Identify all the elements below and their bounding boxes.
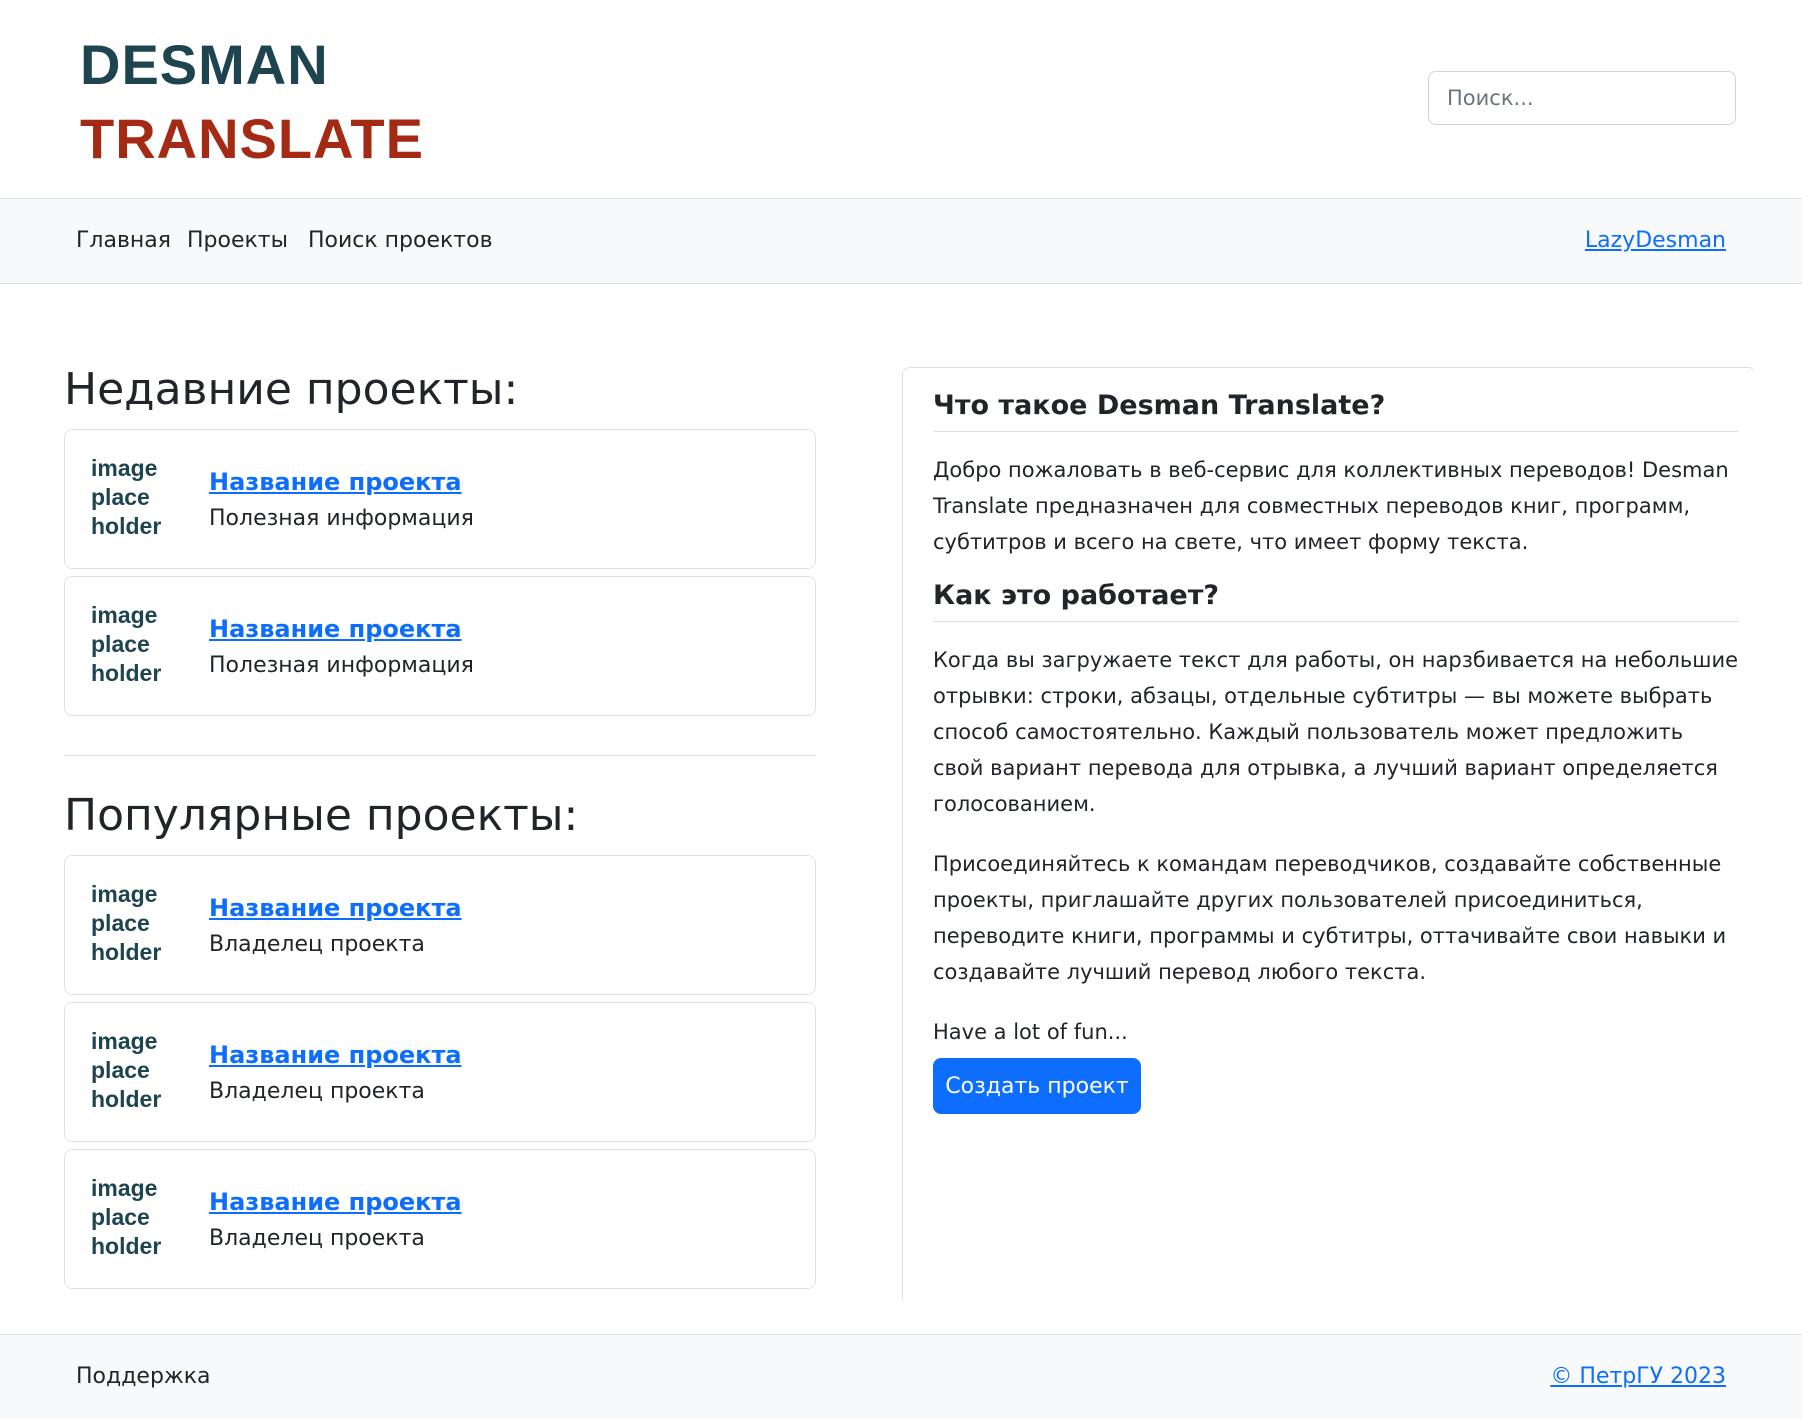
about-welcome-text: Добро пожаловать в веб-сервис для коллек… <box>933 458 1729 554</box>
project-owner: Владелец проекта <box>209 1079 425 1104</box>
project-name-link[interactable]: Название проекта <box>209 615 462 643</box>
popular-project-card: image place holder Название проекта Влад… <box>64 1149 816 1289</box>
section-divider <box>64 755 816 756</box>
project-image-placeholder: image place holder <box>91 1028 162 1112</box>
project-image-placeholder: image place holder <box>91 1175 162 1259</box>
fun-text: Have a lot of fun... <box>933 1020 1128 1044</box>
copyright-link[interactable]: © ПетрГУ 2023 <box>1550 1335 1726 1419</box>
project-owner: Владелец проекта <box>209 932 425 957</box>
create-project-button[interactable]: Создать проект <box>933 1058 1141 1114</box>
project-info: Полезная информация <box>209 506 474 531</box>
nav-item-projects[interactable]: Проекты <box>187 199 288 283</box>
site-header: DESMAN TRANSLATE <box>0 0 1802 199</box>
user-profile-link[interactable]: LazyDesman <box>1585 199 1726 283</box>
popular-project-card: image place holder Название проекта Влад… <box>64 1002 816 1142</box>
project-info: Полезная информация <box>209 653 474 678</box>
join-text: Присоединяйтесь к командам переводчиков,… <box>933 852 1727 984</box>
project-name-link[interactable]: Название проекта <box>209 1041 462 1069</box>
recent-projects-title: Недавние проекты: <box>64 364 519 415</box>
project-image-placeholder: image place holder <box>91 881 162 965</box>
logo-line-desman: DESMAN <box>80 33 329 96</box>
popular-project-card: image place holder Название проекта Влад… <box>64 855 816 995</box>
project-image-placeholder: image place holder <box>91 602 162 686</box>
nav-item-home[interactable]: Главная <box>76 199 171 283</box>
how-it-works-heading: Как это работает? <box>933 580 1739 622</box>
about-panel: Что такое Desman Translate? Добро пожало… <box>902 367 1756 1301</box>
popular-projects-title: Популярные проекты: <box>64 790 579 841</box>
recent-project-card: image place holder Название проекта Поле… <box>64 429 816 569</box>
project-name-link[interactable]: Название проекта <box>209 1188 462 1216</box>
project-name-link[interactable]: Название проекта <box>209 468 462 496</box>
support-link[interactable]: Поддержка <box>76 1335 211 1419</box>
project-image-placeholder: image place holder <box>91 455 162 539</box>
logo-line-translate: TRANSLATE <box>80 107 424 170</box>
about-heading: Что такое Desman Translate? <box>933 390 1739 432</box>
recent-project-card: image place holder Название проекта Поле… <box>64 576 816 716</box>
how-it-works-text: Когда вы загружаете текст для работы, он… <box>933 648 1739 816</box>
nav-item-search-projects[interactable]: Поиск проектов <box>308 199 493 283</box>
main-navbar: Главная Проекты Поиск проектов LazyDesma… <box>0 199 1802 284</box>
project-name-link[interactable]: Название проекта <box>209 894 462 922</box>
site-footer: Поддержка © ПетрГУ 2023 <box>0 1334 1802 1419</box>
project-owner: Владелец проекта <box>209 1226 425 1251</box>
logo[interactable]: DESMAN TRANSLATE <box>80 28 424 176</box>
search-input[interactable] <box>1428 71 1736 125</box>
